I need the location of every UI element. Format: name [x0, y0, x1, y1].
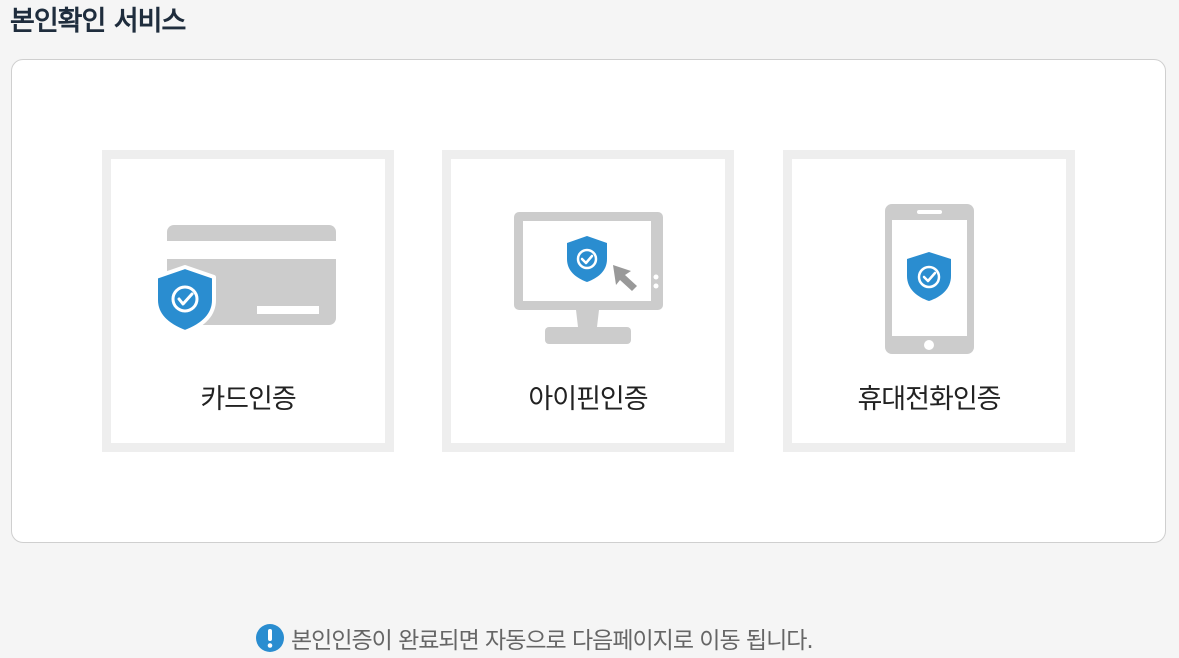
ipin-verification-label: 아이핀인증	[528, 384, 648, 415]
identity-verification-page: 본인확인 서비스 카드인증 아이핀인증 휴대전화인증 본인인증이 완료되면 자동…	[0, 0, 1179, 658]
phone-verification-option[interactable]: 휴대전화인증	[783, 150, 1075, 452]
page-title: 본인확인 서비스	[10, 6, 186, 37]
ipin-verification-option[interactable]: 아이핀인증	[442, 150, 734, 452]
card-verification-label: 카드인증	[200, 384, 296, 415]
notice-text: 본인인증이 완료되면 자동으로 다음페이지로 이동 됩니다.	[291, 628, 814, 654]
auto-redirect-notice: 본인인증이 완료되면 자동으로 다음페이지로 이동 됩니다.	[255, 621, 814, 655]
exclamation-icon	[256, 624, 284, 652]
phone-verification-label: 휴대전화인증	[857, 384, 1001, 415]
card-verification-option[interactable]: 카드인증	[102, 150, 394, 452]
